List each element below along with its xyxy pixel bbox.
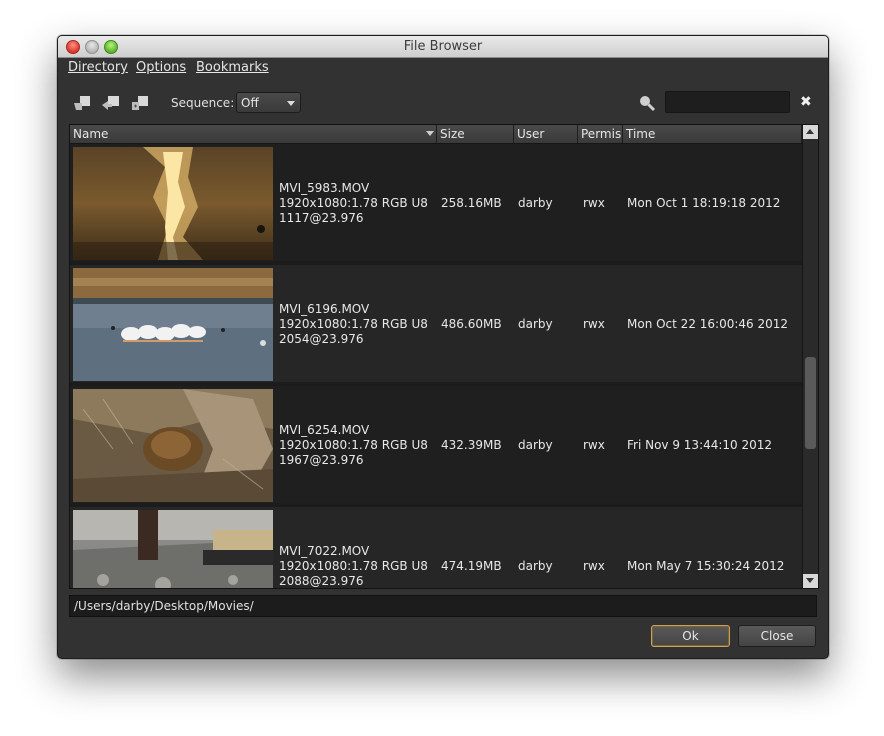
column-header-size[interactable]: Size [437,125,514,143]
column-label: Size [440,127,465,141]
toolbar: Sequence: Off ✖ [58,90,828,116]
file-user: darby [518,317,553,331]
file-size: 474.19MB [441,559,502,573]
close-button[interactable]: Close [738,625,816,647]
menu-directory[interactable]: Directory [68,60,128,75]
menu-bookmarks[interactable]: Bookmarks [196,60,269,75]
column-label: User [517,127,545,141]
scroll-up-icon[interactable] [803,125,818,139]
window-title: File Browser [403,39,483,54]
title-bar: File Browser [58,36,828,58]
folder-up-icon[interactable] [101,94,121,112]
sequence-select[interactable]: Off [236,92,301,113]
table-row[interactable]: MVI_6196.MOV 1920x1080:1.78 RGB U8 2054@… [70,265,802,382]
column-label: Name [73,127,109,141]
sequence-value: Off [241,96,259,110]
ok-button[interactable]: Ok [651,625,730,647]
file-name-cell: MVI_6196.MOV 1920x1080:1.78 RGB U8 2054@… [279,302,428,347]
folder-new-icon[interactable] [130,94,150,112]
table-row[interactable]: MVI_7022.MOV 1920x1080:1.78 RGB U8 2088@… [70,507,802,588]
file-name: MVI_5983.MOV [279,181,370,195]
file-size: 432.39MB [441,438,502,452]
sort-descending-icon [426,131,434,136]
file-permissions: rwx [583,196,605,210]
file-time: Mon Oct 1 18:19:18 2012 [627,196,781,210]
file-size: 258.16MB [441,196,502,210]
list-header: Name Size User Permis Time [70,125,802,144]
scroll-down-icon[interactable] [803,574,818,588]
thumbnail [73,510,273,588]
path-input[interactable]: /Users/darby/Desktop/Movies/ [69,595,817,617]
file-frames: 1967@23.976 [279,453,364,467]
column-label: Time [626,127,656,141]
file-frames: 2088@23.976 [279,574,364,588]
file-list[interactable]: Name Size User Permis Time MVI_5983.MOV … [69,124,819,589]
table-row[interactable]: MVI_5983.MOV 1920x1080:1.78 RGB U8 1117@… [70,144,802,261]
file-spec: 1920x1080:1.78 RGB U8 [279,317,428,331]
file-name-cell: MVI_5983.MOV 1920x1080:1.78 RGB U8 1117@… [279,181,428,226]
file-spec: 1920x1080:1.78 RGB U8 [279,438,428,452]
scrollbar-thumb[interactable] [805,357,816,449]
file-permissions: rwx [583,438,605,452]
file-user: darby [518,438,553,452]
file-user: darby [518,196,553,210]
table-row[interactable]: MVI_6254.MOV 1920x1080:1.78 RGB U8 1967@… [70,386,802,503]
file-time: Fri Nov 9 13:44:10 2012 [627,438,773,452]
file-size: 486.60MB [441,317,502,331]
file-spec: 1920x1080:1.78 RGB U8 [279,196,428,210]
sequence-label: Sequence: [171,96,235,110]
menu-bar: Directory Options Bookmarks [58,58,828,78]
file-time: Mon May 7 15:30:24 2012 [627,559,785,573]
file-spec: 1920x1080:1.78 RGB U8 [279,559,428,573]
vertical-scrollbar[interactable] [802,125,818,588]
folder-back-icon[interactable] [72,94,92,112]
thumbnail [73,147,273,260]
file-rows: MVI_5983.MOV 1920x1080:1.78 RGB U8 1117@… [70,144,802,588]
file-time: Mon Oct 22 16:00:46 2012 [627,317,789,331]
file-name: MVI_6196.MOV [279,302,370,316]
chevron-down-icon [287,101,295,106]
column-label: Permis [581,127,622,141]
column-header-time[interactable]: Time [623,125,802,143]
file-name-cell: MVI_6254.MOV 1920x1080:1.78 RGB U8 1967@… [279,423,428,468]
search-icon [638,94,656,112]
file-permissions: rwx [583,559,605,573]
menu-options[interactable]: Options [136,60,186,75]
clear-search-icon[interactable]: ✖ [800,95,814,109]
file-name: MVI_7022.MOV [279,544,370,558]
file-frames: 2054@23.976 [279,332,364,346]
column-header-name[interactable]: Name [70,125,437,143]
thumbnail [73,389,273,502]
file-user: darby [518,559,553,573]
thumbnail [73,268,273,381]
search-input[interactable] [665,91,790,113]
file-name: MVI_6254.MOV [279,423,370,437]
column-header-permissions[interactable]: Permis [578,125,623,143]
file-name-cell: MVI_7022.MOV 1920x1080:1.78 RGB U8 2088@… [279,544,428,588]
file-browser-window: File Browser Directory Options Bookmarks [57,35,829,659]
file-permissions: rwx [583,317,605,331]
file-frames: 1117@23.976 [279,211,364,225]
column-header-user[interactable]: User [514,125,578,143]
